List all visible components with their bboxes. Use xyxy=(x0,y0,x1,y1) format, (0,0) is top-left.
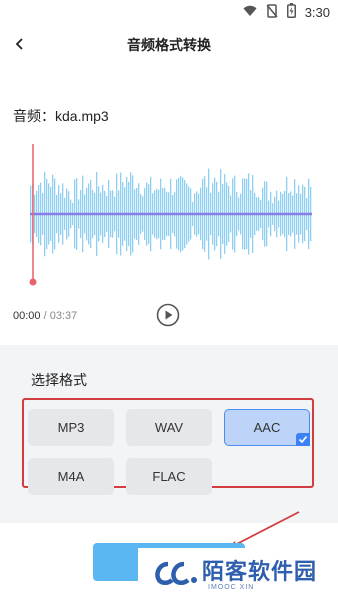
format-option-label: MP3 xyxy=(57,420,85,435)
no-sim-icon xyxy=(266,3,278,21)
format-option-label: FLAC xyxy=(152,469,186,484)
checkmark-icon xyxy=(296,433,310,446)
format-option-flac[interactable]: FLAC xyxy=(126,458,212,495)
format-option-label: WAV xyxy=(154,420,184,435)
play-icon xyxy=(156,303,180,327)
watermark-logo xyxy=(155,561,197,585)
current-time: 00:00 xyxy=(13,310,41,322)
format-option-label: AAC xyxy=(253,420,281,435)
time-display: 00:00 / 03:37 xyxy=(13,310,77,322)
battery-icon xyxy=(286,3,296,21)
format-option-m4a[interactable]: M4A xyxy=(28,458,114,495)
format-option-label: M4A xyxy=(57,469,85,484)
format-option-aac[interactable]: AAC xyxy=(224,409,310,446)
format-section-title: 选择格式 xyxy=(31,372,87,388)
page-title: 音频格式转换 xyxy=(127,37,211,53)
watermark-subtext: IMOOC XIN xyxy=(208,584,255,591)
play-button[interactable] xyxy=(156,303,180,327)
format-option-wav[interactable]: WAV xyxy=(126,409,212,446)
status-time: 3:30 xyxy=(304,4,330,20)
wifi-icon xyxy=(243,5,257,20)
watermark: 陌客软件园 IMOOC XIN xyxy=(138,548,338,600)
watermark-text: 陌客软件园 xyxy=(202,559,318,585)
status-bar: 3:30 xyxy=(0,0,338,24)
total-time: 03:37 xyxy=(49,310,78,322)
audio-waveform[interactable] xyxy=(0,140,338,290)
playhead-handle xyxy=(29,278,37,286)
audio-file-name: 音频：kda.mp3 xyxy=(13,108,109,124)
header: 音频格式转换 xyxy=(0,28,338,64)
time-separator: / xyxy=(43,310,47,322)
format-option-mp3[interactable]: MP3 xyxy=(28,409,114,446)
